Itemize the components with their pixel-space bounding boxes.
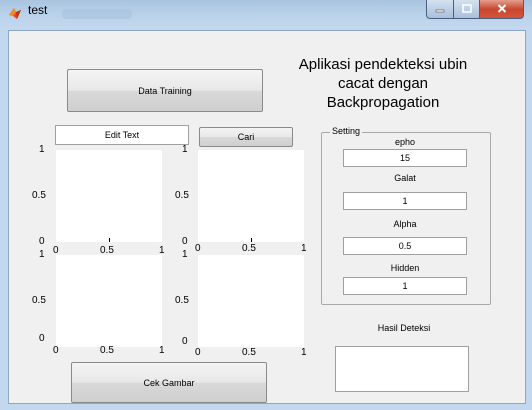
x-tick-mark	[251, 238, 252, 242]
x-tick-label: 0	[53, 345, 59, 356]
y-tick-label: 0.5	[32, 190, 46, 201]
x-tick-label: 0.5	[100, 345, 114, 356]
epho-label: epho	[394, 137, 416, 147]
y-tick-label: 0.5	[175, 190, 189, 201]
heading-line-3: Backpropagation	[326, 94, 440, 111]
y-tick-label: 1	[39, 144, 45, 155]
data-training-button[interactable]: Data Training	[67, 69, 263, 112]
app-window: test Data Training Aplikasi pendekteksi …	[0, 0, 532, 410]
minimize-button[interactable]	[426, 0, 454, 19]
axes-bottom-left	[56, 255, 162, 347]
y-tick-label: 0.5	[32, 295, 46, 306]
y-tick-label: 0	[182, 336, 188, 347]
y-tick-label: 0	[39, 236, 45, 247]
x-tick-label: 1	[301, 347, 307, 358]
heading-line-2: cacat dengan	[337, 75, 429, 92]
cari-button[interactable]: Cari	[199, 127, 293, 147]
caption-buttons	[426, 0, 524, 19]
alpha-field[interactable]: 0.5	[343, 237, 467, 255]
alpha-label: Alpha	[393, 219, 417, 229]
x-tick-label: 1	[159, 345, 165, 356]
axes-top-right	[198, 150, 304, 242]
hidden-label: Hidden	[390, 263, 420, 273]
cek-gambar-button[interactable]: Cek Gambar	[71, 362, 267, 403]
epho-field[interactable]: 15	[343, 149, 467, 167]
hidden-field[interactable]: 1	[343, 277, 467, 295]
heading-line-1: Aplikasi pendekteksi ubin	[298, 56, 468, 73]
y-tick-label: 0	[39, 333, 45, 344]
matlab-logo-icon	[9, 8, 21, 19]
hasil-deteksi-output	[335, 346, 469, 392]
y-tick-label: 0.5	[175, 295, 189, 306]
y-tick-label: 1	[182, 249, 188, 260]
title-blur	[62, 9, 132, 19]
y-tick-label: 1	[182, 144, 188, 155]
figure-client-area: Data Training Aplikasi pendekteksi ubin …	[8, 30, 526, 404]
x-tick-label: 1	[301, 243, 307, 254]
axes-bottom-right	[198, 255, 304, 347]
axes-top-left	[56, 150, 162, 242]
x-tick-label: 0	[195, 243, 201, 254]
galat-field[interactable]: 1	[343, 192, 467, 210]
title-bar[interactable]: test	[0, 0, 532, 28]
y-tick-label: 0	[182, 236, 188, 247]
setting-panel-title: Setting	[330, 126, 363, 136]
close-button[interactable]	[480, 0, 524, 19]
x-tick-mark	[109, 238, 110, 242]
maximize-icon	[461, 4, 472, 13]
edit-text-input[interactable]: Edit Text	[55, 125, 189, 145]
x-tick-label: 0	[195, 347, 201, 358]
window-title: test	[28, 3, 48, 17]
galat-label: Galat	[394, 173, 416, 183]
y-tick-label: 1	[39, 249, 45, 260]
x-tick-label: 0.5	[242, 347, 256, 358]
maximize-button[interactable]	[454, 0, 480, 19]
hasil-deteksi-label: Hasil Deteksi	[377, 323, 431, 333]
setting-panel: Setting epho 15 Galat 1 Alpha 0.5 Hidden…	[321, 126, 491, 305]
minimize-icon	[435, 9, 445, 12]
close-icon	[497, 4, 506, 13]
x-tick-label: 0.5	[242, 243, 256, 254]
app-heading: Aplikasi pendekteksi ubin cacat dengan B…	[285, 55, 481, 112]
